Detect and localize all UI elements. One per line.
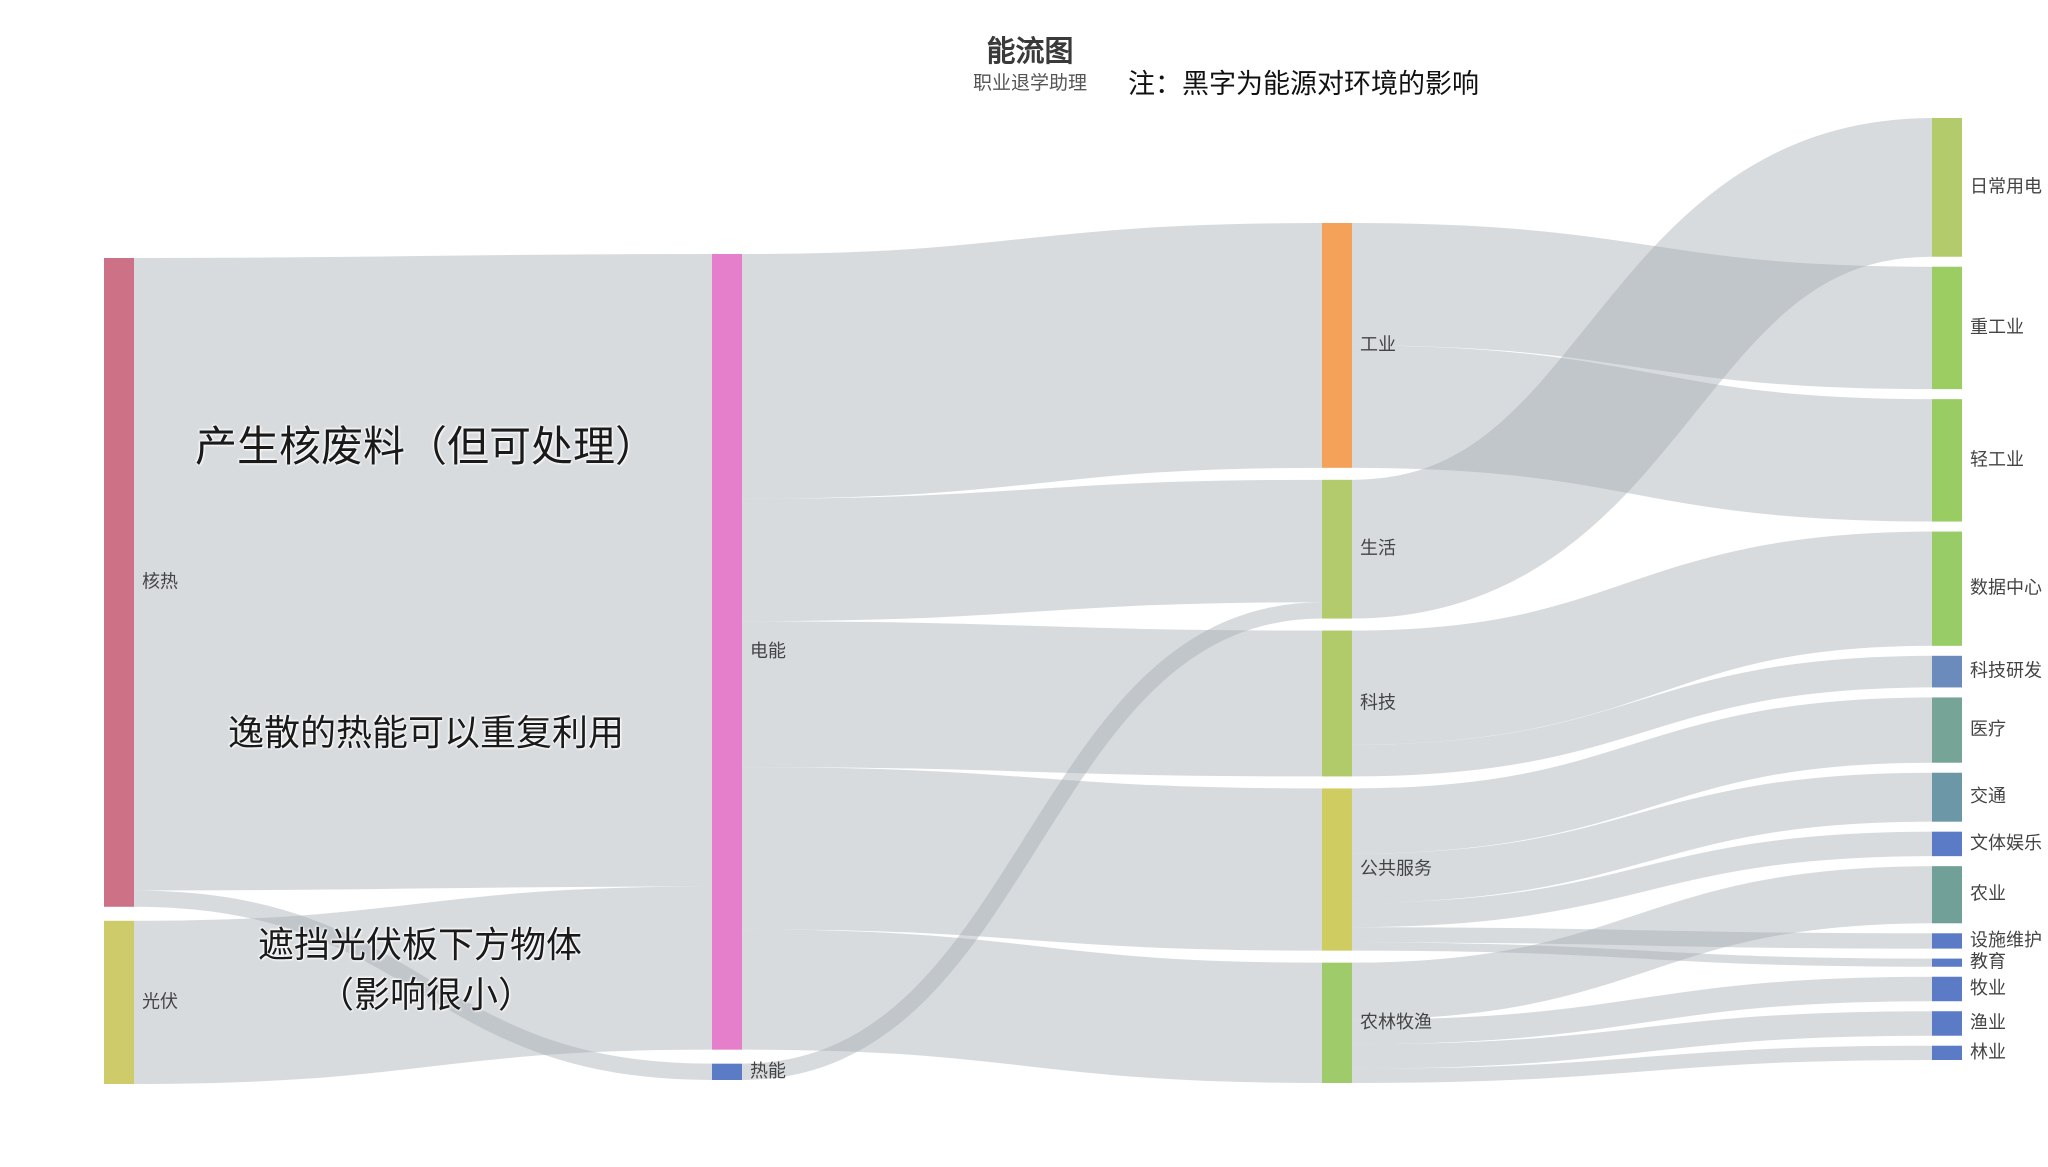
node-label-edu: 教育 — [1970, 952, 2006, 973]
node-daily — [1932, 118, 1962, 257]
node-label-farming: 农业 — [1970, 884, 2006, 905]
node-rnd — [1932, 655, 1962, 688]
node-fishing — [1932, 1011, 1962, 1036]
node-culture — [1932, 831, 1962, 857]
sankey-diagram: 核热光伏 电能热能 工业生活科技公共服务农林牧渔 日常用电重工业轻工业数据中心科技研发… — [104, 118, 2042, 1084]
annotation-nuclear-waste: 产生核废料（但可处理） — [195, 422, 658, 471]
link-elec-to-agri_all — [741, 929, 1323, 1083]
chart-title: 能流图 — [986, 34, 1074, 68]
node-tech — [1322, 630, 1352, 777]
node-label-herding: 牧业 — [1970, 978, 2006, 999]
node-farming — [1932, 866, 1962, 924]
chart-note: 注：黑字为能源对环境的影响 — [1128, 69, 1479, 100]
node-label-elec: 电能 — [750, 641, 786, 662]
annotation-pv-line2: （影响很小） — [318, 975, 535, 1016]
node-datacenter — [1932, 531, 1962, 646]
node-public — [1322, 788, 1352, 951]
node-label-rnd: 科技研发 — [1970, 661, 2042, 682]
node-label-light: 轻工业 — [1970, 449, 2024, 470]
chart-subtitle: 职业退学助理 — [972, 72, 1087, 94]
node-forestry — [1932, 1045, 1962, 1060]
node-label-maint: 设施维护 — [1970, 930, 2042, 951]
node-herding — [1932, 976, 1962, 1002]
node-nuclear — [104, 258, 134, 907]
link-elec-to-life — [741, 479, 1323, 622]
link-elec-to-industry — [741, 223, 1323, 499]
node-label-pv: 光伏 — [142, 991, 178, 1012]
node-label-heavy: 重工业 — [1970, 317, 2024, 338]
node-label-datacenter: 数据中心 — [1970, 578, 2042, 599]
node-industry — [1322, 223, 1352, 468]
node-medical — [1932, 697, 1962, 763]
node-label-culture: 文体娱乐 — [1970, 833, 2042, 854]
node-label-traffic: 交通 — [1970, 786, 2006, 807]
annotation-pv-line1: 遮挡光伏板下方物体 — [258, 925, 583, 966]
link-elec-to-tech — [741, 621, 1323, 777]
node-edu — [1932, 958, 1962, 967]
node-agri_all — [1322, 962, 1352, 1083]
node-label-medical: 医疗 — [1970, 719, 2006, 740]
node-label-tech: 科技 — [1360, 692, 1396, 713]
link-nuclear-to-elec — [133, 254, 713, 891]
node-heat — [712, 1063, 742, 1080]
node-light — [1932, 399, 1962, 522]
node-heavy — [1932, 266, 1962, 390]
node-label-heat: 热能 — [750, 1061, 786, 1082]
node-label-life: 生活 — [1360, 538, 1396, 559]
node-label-fishing: 渔业 — [1970, 1012, 2006, 1033]
node-label-industry: 工业 — [1360, 334, 1396, 355]
node-label-forestry: 林业 — [1970, 1042, 2006, 1063]
annotation-heat-reuse: 逸散的热能可以重复利用 — [228, 713, 625, 754]
node-label-daily: 日常用电 — [1970, 176, 2042, 197]
node-traffic — [1932, 772, 1962, 822]
node-pv — [104, 920, 134, 1084]
node-label-public: 公共服务 — [1360, 859, 1432, 880]
node-maint — [1932, 933, 1962, 949]
node-label-nuclear: 核热 — [142, 571, 178, 592]
node-elec — [712, 254, 742, 1050]
node-life — [1322, 479, 1352, 619]
node-label-agri_all: 农林牧渔 — [1360, 1012, 1432, 1033]
